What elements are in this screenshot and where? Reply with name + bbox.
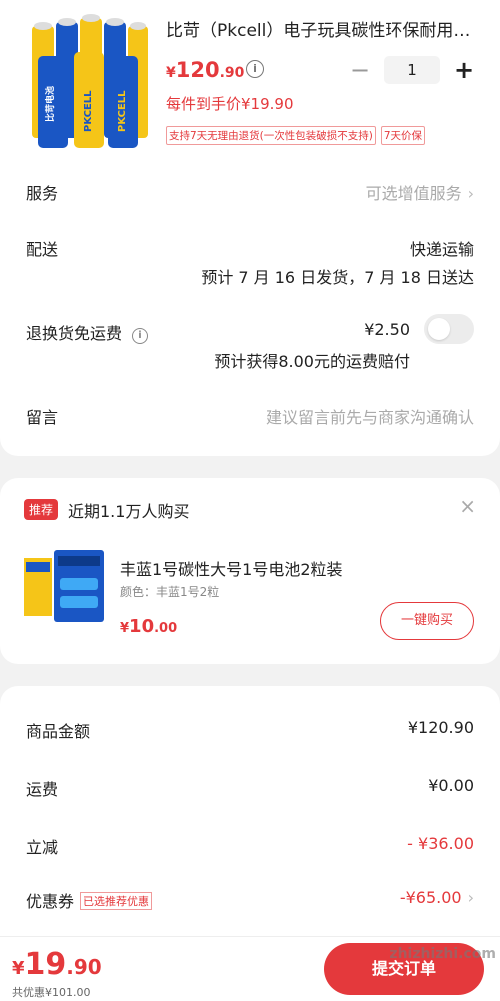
svg-text:PKCELL: PKCELL [117, 90, 128, 132]
return-policy-tag: 支持7天无理由退货(一次性包装破损不支持) [166, 126, 376, 145]
recommend-product-spec: 颜色：丰蓝1号2粒 [120, 585, 220, 599]
goods-amount-row: 商品金额 ¥120.90 [26, 718, 474, 742]
service-label: 服务 [26, 184, 59, 203]
product-thumbnail[interactable]: 比苛电池 PKCELL PKCELL [24, 12, 152, 150]
goods-amount-value: ¥120.90 [407, 718, 474, 737]
instant-discount-value: - ¥36.00 [407, 834, 474, 853]
coupon-label: 优惠券 [26, 892, 75, 911]
recommend-badge: 推荐 [24, 499, 59, 520]
return-shipping-toggle[interactable] [424, 314, 474, 344]
product-price: ¥120.90 [166, 58, 245, 82]
goods-amount-label: 商品金额 [26, 722, 91, 741]
return-shipping-row: 退换货免运费 i ¥2.50 预计获得8.00元的运费赔付 [26, 314, 474, 371]
total-price: ¥19.90 [12, 947, 102, 982]
product-title[interactable]: 比苛（Pkcell）电子玩具碳性环保耐用电池 [166, 16, 476, 41]
return-shipping-price: ¥2.50 [364, 320, 410, 339]
recommend-card: 推荐 近期1.1万人购买 × 丰蓝1号碳性大号1号电池2粒装 颜色：丰蓝1号2粒… [0, 478, 500, 664]
message-input[interactable]: 建议留言前先与商家沟通确认 [266, 404, 474, 428]
toggle-knob [428, 318, 450, 340]
svg-text:PKCELL: PKCELL [83, 90, 94, 132]
price-info-icon[interactable]: i [246, 60, 264, 78]
service-tags: 支持7天无理由退货(一次性包装破损不支持) 7天价保 [166, 126, 426, 145]
one-click-buy-button[interactable]: 一键购买 [380, 602, 474, 640]
return-shipping-label: 退换货免运费 [26, 324, 123, 343]
quantity-stepper: − 1 + [348, 56, 476, 84]
price-summary-card: 商品金额 ¥120.90 运费 ¥0.00 立减 - ¥36.00 优惠券 已选推… [0, 686, 500, 936]
chevron-right-icon: › [467, 888, 474, 907]
watermark: zhizhizhi.com [389, 946, 496, 962]
recommend-title: 近期1.1万人购买 [68, 502, 190, 521]
order-product-card: 比苛电池 PKCELL PKCELL 比苛（Pkcell）电子玩具碳性环保耐用电… [0, 0, 500, 456]
chevron-right-icon: › [467, 184, 474, 203]
instant-discount-row: 立减 - ¥36.00 [26, 834, 474, 858]
delivery-label: 配送 [26, 240, 59, 259]
return-info-icon[interactable]: i [132, 328, 149, 344]
recommend-product-thumbnail[interactable] [24, 544, 106, 628]
service-row[interactable]: 服务 可选增值服务 › [26, 180, 474, 204]
price-protect-tag: 7天价保 [380, 126, 426, 145]
total-discount: 共优惠¥101.00 [12, 986, 91, 999]
delivery-eta: 预计 7 月 16 日发货，7 月 18 日送达 [201, 268, 474, 287]
shipping-fee-row: 运费 ¥0.00 [26, 776, 474, 800]
coupon-row[interactable]: 优惠券 已选推荐优惠 -¥65.00 › [26, 888, 474, 912]
close-icon[interactable]: × [459, 494, 476, 518]
quantity-input[interactable]: 1 [384, 56, 440, 84]
recommend-product-price: ¥10.00 [120, 616, 178, 637]
message-row[interactable]: 留言 建议留言前先与商家沟通确认 [26, 404, 474, 428]
coupon-tag: 已选推荐优惠 [80, 892, 153, 910]
recommend-product-name[interactable]: 丰蓝1号碳性大号1号电池2粒装 [120, 556, 343, 580]
return-shipping-note: 预计获得8.00元的运费赔付 [214, 352, 410, 371]
shipping-fee-value: ¥0.00 [428, 776, 474, 795]
svg-text:比苛电池: 比苛电池 [44, 86, 56, 122]
shipping-fee-label: 运费 [26, 780, 59, 799]
decrease-quantity-button[interactable]: − [348, 56, 372, 84]
delivery-row[interactable]: 配送 快递运输 预计 7 月 16 日发货，7 月 18 日送达 [26, 236, 474, 287]
delivery-method: 快递运输 [409, 240, 474, 259]
increase-quantity-button[interactable]: + [452, 56, 476, 84]
unit-final-price: 每件到手价¥19.90 [166, 95, 294, 113]
coupon-value: -¥65.00 [399, 888, 462, 907]
message-label: 留言 [26, 408, 59, 427]
service-value: 可选增值服务 › [365, 184, 474, 203]
instant-discount-label: 立减 [26, 838, 59, 857]
